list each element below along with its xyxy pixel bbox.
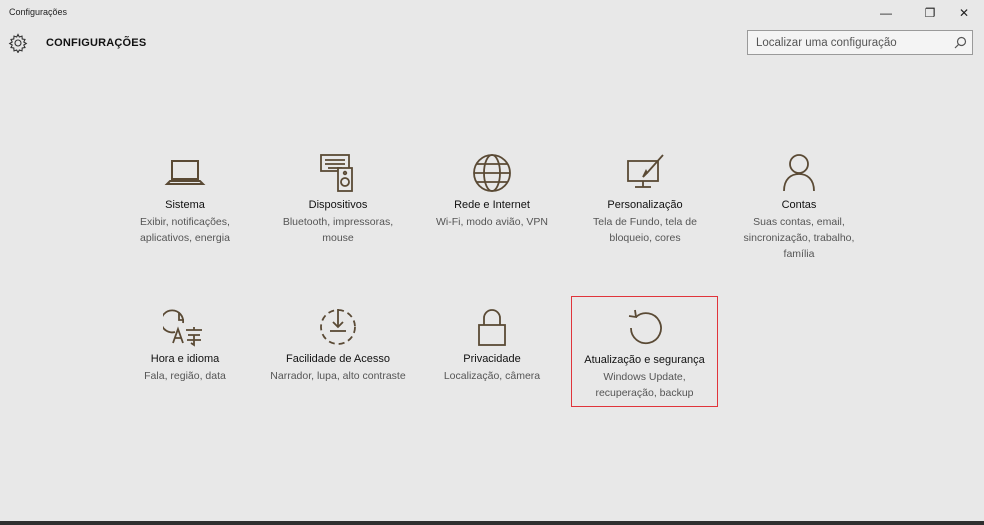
search-box[interactable] xyxy=(747,30,973,55)
tile-description: Bluetooth, impressoras, mouse xyxy=(282,216,394,244)
update-icon xyxy=(623,306,667,350)
tile-contas[interactable]: Contas Suas contas, email, sincronização… xyxy=(727,151,871,261)
personalization-icon xyxy=(623,151,667,195)
tile-title: Facilidade de Acesso xyxy=(286,353,390,365)
tile-privacidade[interactable]: Privacidade Localização, câmera xyxy=(420,305,564,415)
tile-dispositivos[interactable]: Dispositivos Bluetooth, impressoras, mou… xyxy=(266,151,410,261)
time-language-icon xyxy=(160,305,207,349)
gear-icon xyxy=(8,33,28,54)
tile-rede-internet[interactable]: Rede e Internet Wi-Fi, modo avião, VPN xyxy=(420,151,564,261)
title-bar: Configurações — ❐ ✕ xyxy=(0,0,984,26)
person-icon xyxy=(777,151,821,195)
tile-facilidade-acesso[interactable]: Facilidade de Acesso Narrador, lupa, alt… xyxy=(266,305,410,415)
tile-sistema[interactable]: Sistema Exibir, notificações, aplicativo… xyxy=(113,151,257,261)
taskbar-edge xyxy=(0,521,984,525)
search-icon[interactable] xyxy=(954,36,967,49)
tile-description: Exibir, notificações, aplicativos, energ… xyxy=(140,216,230,244)
tile-description: Wi-Fi, modo avião, VPN xyxy=(435,216,549,228)
tile-description: Windows Update, recuperação, backup xyxy=(595,371,694,399)
tile-hora-idioma[interactable]: Hora e idioma Fala, região, data xyxy=(113,305,257,415)
tile-title: Sistema xyxy=(165,199,205,211)
app-header: CONFIGURAÇÕES xyxy=(0,26,984,66)
tile-description: Suas contas, email, sincronização, traba… xyxy=(743,216,855,260)
tile-title: Personalização xyxy=(607,199,683,211)
laptop-icon xyxy=(163,151,207,195)
tile-atualizacao-seguranca[interactable]: Atualização e segurança Windows Update, … xyxy=(571,296,718,407)
tile-title: Contas xyxy=(781,199,817,211)
tile-description: Tela de Fundo, tela de bloqueio, cores xyxy=(593,216,697,244)
tile-description: Narrador, lupa, alto contraste xyxy=(270,370,406,382)
globe-icon xyxy=(470,151,514,195)
window-title: Configurações xyxy=(9,7,68,17)
devices-icon xyxy=(316,151,360,195)
search-input[interactable] xyxy=(748,31,944,54)
minimize-button[interactable]: — xyxy=(876,4,896,22)
close-button[interactable]: ✕ xyxy=(954,4,974,22)
tile-description: Fala, região, data xyxy=(144,370,226,382)
tile-personalizacao[interactable]: Personalização Tela de Fundo, tela de bl… xyxy=(573,151,717,261)
tile-title: Rede e Internet xyxy=(454,199,530,211)
tile-title: Hora e idioma xyxy=(150,353,220,365)
tile-title: Dispositivos xyxy=(308,199,368,211)
tile-title: Privacidade xyxy=(463,353,521,365)
maximize-button[interactable]: ❐ xyxy=(920,4,940,22)
page-title: CONFIGURAÇÕES xyxy=(46,37,147,49)
ease-of-access-icon xyxy=(316,305,360,349)
lock-icon xyxy=(470,305,514,349)
tile-description: Localização, câmera xyxy=(443,370,541,382)
tile-title: Atualização e segurança xyxy=(584,354,705,366)
